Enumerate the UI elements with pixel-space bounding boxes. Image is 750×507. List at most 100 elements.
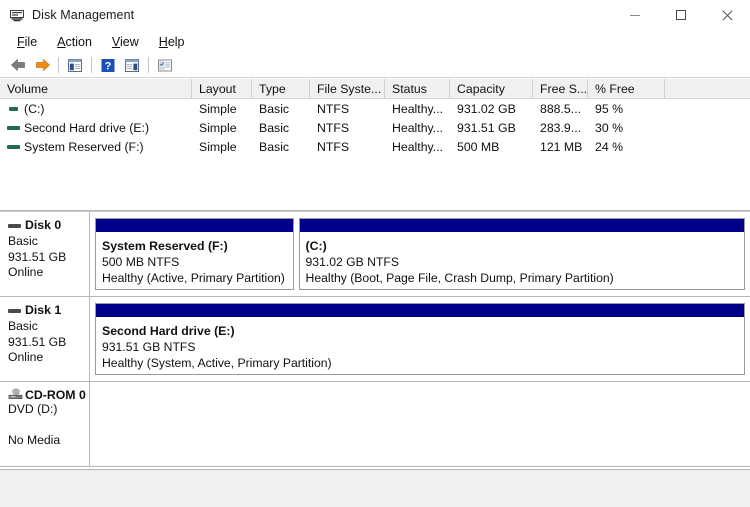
help-button[interactable]: ? bbox=[96, 54, 120, 76]
svg-text:?: ? bbox=[105, 60, 112, 72]
disk-row-0[interactable]: Disk 0 Basic 931.51 GB Online System Res… bbox=[0, 212, 750, 297]
cell-volume: Second Hard drive (E:) bbox=[0, 121, 192, 135]
cell-file-system: NTFS bbox=[317, 139, 350, 154]
disk-graphic-1: Second Hard drive (E:) 931.51 GB NTFS He… bbox=[90, 297, 750, 381]
partition-details: Second Hard drive (E:) 931.51 GB NTFS He… bbox=[96, 318, 744, 374]
cell-volume-label: Second Hard drive (E:) bbox=[24, 120, 150, 135]
cell-type: Basic bbox=[259, 101, 290, 116]
partition-status: Healthy (System, Active, Primary Partiti… bbox=[102, 356, 332, 370]
column-header-volume[interactable]: Volume bbox=[0, 79, 192, 98]
partition-size-fs: 500 MB NTFS bbox=[102, 255, 180, 269]
menu-item-help[interactable]: Help bbox=[150, 33, 194, 51]
column-header-file-system[interactable]: File Syste... bbox=[310, 79, 385, 98]
partition-c[interactable]: (C:) 931.02 GB NTFS Healthy (Boot, Page … bbox=[298, 218, 745, 290]
partition-system-reserved-f[interactable]: System Reserved (F:) 500 MB NTFS Healthy… bbox=[95, 218, 294, 290]
disk-size-label: 931.51 GB bbox=[8, 249, 67, 264]
cdrom-graphic-empty bbox=[90, 382, 750, 466]
disk-graphic-0: System Reserved (F:) 500 MB NTFS Healthy… bbox=[90, 212, 750, 296]
title-bar: Disk Management bbox=[0, 0, 750, 31]
cell-layout: Simple bbox=[199, 101, 237, 116]
disk-management-icon bbox=[9, 7, 25, 23]
column-header-layout[interactable]: Layout bbox=[192, 79, 252, 98]
menu-label-file-rest: ile bbox=[24, 35, 38, 49]
menu-item-view[interactable]: View bbox=[103, 33, 148, 51]
disk-icon bbox=[8, 304, 22, 317]
partition-color-band bbox=[299, 219, 744, 233]
table-row[interactable]: System Reserved (F:) Simple Basic NTFS H… bbox=[0, 137, 750, 156]
cell-layout: Simple bbox=[199, 139, 237, 154]
partition-name: System Reserved (F:) bbox=[102, 239, 228, 253]
maximize-button[interactable] bbox=[658, 0, 704, 30]
cell-free-space: 121 MB bbox=[540, 139, 583, 154]
cell-volume: (C:) bbox=[0, 102, 192, 116]
partition-second-hard-drive-e[interactable]: Second Hard drive (E:) 931.51 GB NTFS He… bbox=[95, 303, 745, 375]
disk-type-label: Basic bbox=[8, 234, 38, 248]
cell-file-system: NTFS bbox=[317, 101, 350, 116]
column-header-percent-free[interactable]: % Free bbox=[588, 79, 665, 98]
disk-title-0: Disk 0 bbox=[8, 218, 89, 232]
back-icon bbox=[10, 59, 25, 71]
disk-row-1[interactable]: Disk 1 Basic 931.51 GB Online Second Har… bbox=[0, 297, 750, 382]
disk-type-label: Basic bbox=[8, 319, 38, 333]
volume-icon bbox=[7, 102, 20, 115]
partition-status: Healthy (Active, Primary Partition) bbox=[102, 271, 285, 285]
partition-color-band bbox=[96, 219, 293, 233]
table-row[interactable]: Second Hard drive (E:) Simple Basic NTFS… bbox=[0, 118, 750, 137]
minimize-button[interactable] bbox=[612, 0, 658, 30]
column-header-type[interactable]: Type bbox=[252, 79, 310, 98]
table-row[interactable]: (C:) Simple Basic NTFS Healthy... 931.02… bbox=[0, 99, 750, 118]
disk-icon bbox=[8, 219, 22, 232]
cdrom-info[interactable]: CD-ROM 0 DVD (D:) No Media bbox=[0, 382, 90, 466]
show-hide-console-tree-icon bbox=[68, 58, 82, 72]
volume-list-header: Volume Layout Type File Syste... Status … bbox=[0, 78, 750, 99]
show-hide-console-tree-button[interactable] bbox=[63, 54, 87, 76]
window-controls bbox=[612, 0, 750, 30]
partition-color-band bbox=[96, 304, 744, 318]
cell-file-system: NTFS bbox=[317, 120, 350, 135]
disk-state-label: Online bbox=[8, 265, 44, 279]
cell-free-space: 888.5... bbox=[540, 101, 582, 116]
cdrom-row[interactable]: CD-ROM 0 DVD (D:) No Media bbox=[0, 382, 750, 467]
window-title: Disk Management bbox=[32, 8, 135, 22]
menu-item-file[interactable]: File bbox=[8, 33, 46, 51]
cell-capacity: 500 MB bbox=[457, 139, 500, 154]
minimize-icon bbox=[630, 14, 640, 16]
cdrom-icon bbox=[8, 388, 23, 402]
disk-graphical-pane: Disk 0 Basic 931.51 GB Online System Res… bbox=[0, 212, 750, 502]
cdrom-state-label: No Media bbox=[8, 432, 61, 447]
menu-item-action[interactable]: Action bbox=[48, 33, 101, 51]
cell-layout: Simple bbox=[199, 120, 237, 135]
disk-info-1[interactable]: Disk 1 Basic 931.51 GB Online bbox=[0, 297, 90, 381]
column-header-free-space[interactable]: Free S... bbox=[533, 79, 588, 98]
forward-button[interactable] bbox=[30, 54, 54, 76]
menu-label-view-rest: iew bbox=[120, 35, 139, 49]
cell-type: Basic bbox=[259, 120, 290, 135]
partition-name: (C:) bbox=[305, 239, 327, 253]
maximize-icon bbox=[676, 10, 686, 20]
partition-size-fs: 931.51 GB NTFS bbox=[102, 340, 196, 354]
back-button[interactable] bbox=[6, 54, 30, 76]
disk-info-0[interactable]: Disk 0 Basic 931.51 GB Online bbox=[0, 212, 90, 296]
menu-label-help-rest: elp bbox=[167, 35, 185, 49]
toolbar-separator bbox=[148, 57, 149, 73]
volume-icon bbox=[7, 140, 20, 153]
toolbar: ? bbox=[0, 53, 750, 78]
cdrom-name-label: CD-ROM 0 bbox=[25, 388, 86, 402]
toolbar-separator bbox=[58, 57, 59, 73]
partition-name: Second Hard drive (E:) bbox=[102, 324, 235, 338]
column-header-capacity[interactable]: Capacity bbox=[450, 79, 533, 98]
forward-icon bbox=[35, 59, 50, 71]
cell-volume-label: System Reserved (F:) bbox=[24, 139, 144, 154]
disk-state-label: Online bbox=[8, 350, 44, 364]
column-header-status[interactable]: Status bbox=[385, 79, 450, 98]
partition-status: Healthy (Boot, Page File, Crash Dump, Pr… bbox=[305, 271, 614, 285]
cell-status: Healthy... bbox=[392, 101, 444, 116]
column-header-blank[interactable] bbox=[665, 79, 750, 98]
properties-button[interactable] bbox=[153, 54, 177, 76]
show-hide-action-pane-button[interactable] bbox=[120, 54, 144, 76]
close-button[interactable] bbox=[704, 0, 750, 30]
toolbar-separator bbox=[91, 57, 92, 73]
cell-capacity: 931.51 GB bbox=[457, 120, 516, 135]
help-icon: ? bbox=[101, 58, 115, 72]
cell-capacity: 931.02 GB bbox=[457, 101, 516, 116]
